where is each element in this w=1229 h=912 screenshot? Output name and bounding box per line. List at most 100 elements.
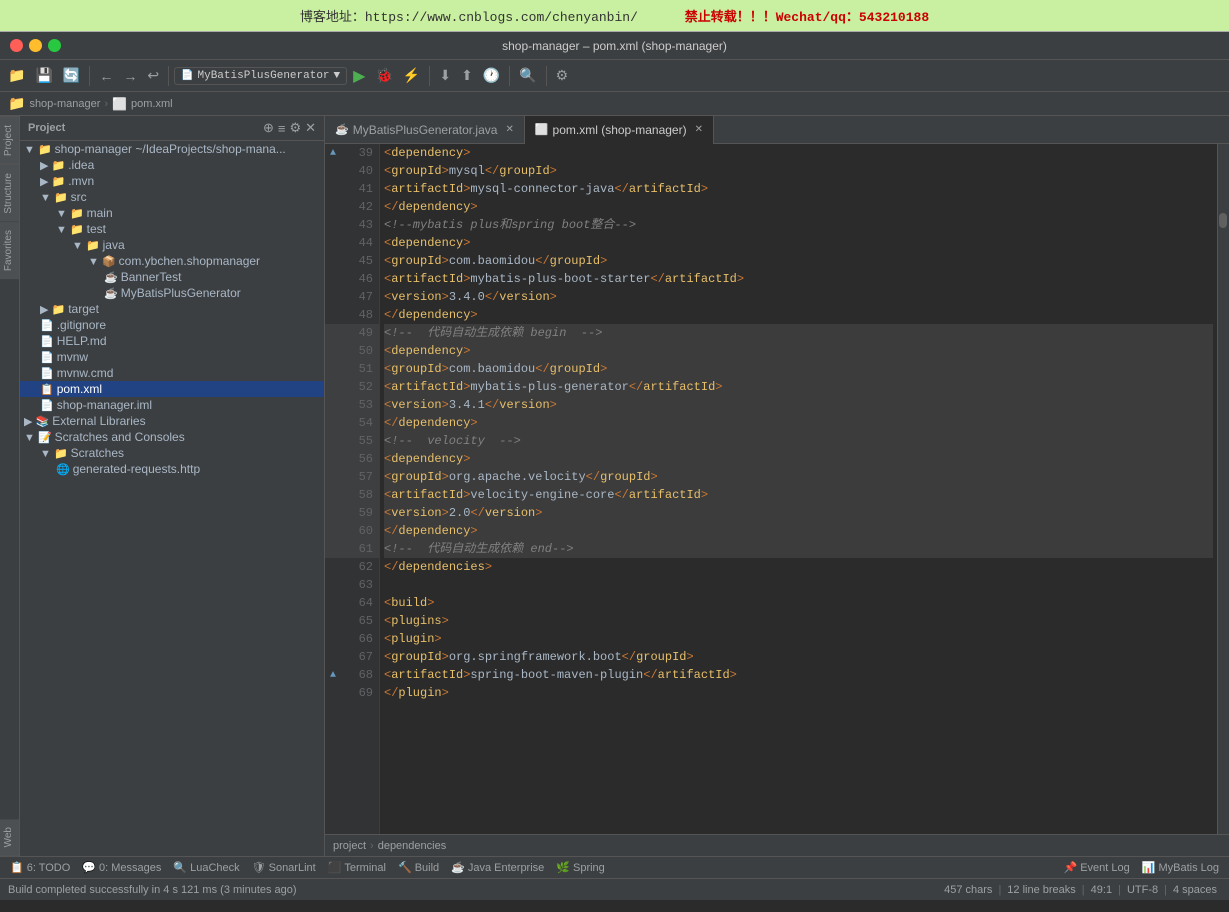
code-line-48: </dependency>: [384, 306, 1213, 324]
event-log-label: Event Log: [1080, 862, 1130, 874]
sidebar-close-btn[interactable]: ✕: [305, 120, 316, 136]
tree-item-iml[interactable]: 📄 shop-manager.iml: [20, 397, 324, 413]
tree-item-bannertest[interactable]: ☕ BannerTest: [20, 269, 324, 285]
status-encoding[interactable]: UTF-8: [1123, 884, 1162, 896]
build-panel-tab[interactable]: 🔨 Build: [392, 857, 445, 879]
code-line-58: <artifactId>velocity-engine-core</artifa…: [384, 486, 1213, 504]
code-line-46: <artifactId>mybatis-plus-boot-starter</a…: [384, 270, 1213, 288]
tree-item-gitignore[interactable]: 📄 .gitignore: [20, 317, 324, 333]
settings-btn[interactable]: ⚙: [552, 65, 573, 86]
title-bar: shop-manager – pom.xml (shop-manager): [0, 32, 1229, 60]
tree-item-mybatisgenerator[interactable]: ☕ MyBatisPlusGenerator: [20, 285, 324, 301]
bottom-panels-bar: 📋 6: TODO 💬 0: Messages 🔍 LuaCheck 🛡 Son…: [0, 856, 1229, 878]
status-chars[interactable]: 457 chars: [940, 884, 996, 896]
toolbar-save-btn[interactable]: 💾: [31, 65, 56, 86]
tab-pomxml-close[interactable]: ✕: [695, 124, 703, 135]
tab-mybatis[interactable]: ☕ MyBatisPlusGenerator.java ✕: [325, 116, 525, 144]
history-btn[interactable]: 🕐: [479, 65, 504, 86]
toolbar-forward-btn[interactable]: →: [119, 66, 141, 86]
line-num-44: 44: [341, 236, 379, 250]
project-panel-tab[interactable]: Project: [0, 116, 19, 164]
event-log-panel-tab[interactable]: 📌 Event Log: [1058, 857, 1136, 879]
maximize-button[interactable]: [48, 39, 61, 52]
tree-item-external-libs[interactable]: ▶ 📚 External Libraries: [20, 413, 324, 429]
git-btn[interactable]: ⬇: [435, 65, 455, 86]
coverage-btn[interactable]: ⚡: [399, 65, 424, 86]
sidebar-settings-btn[interactable]: ⚙: [289, 120, 301, 136]
tree-item-mvnw[interactable]: 📄 mvnw: [20, 349, 324, 365]
tab-pomxml-label: pom.xml (shop-manager): [553, 123, 687, 137]
minimize-button[interactable]: [29, 39, 42, 52]
breadcrumb-project[interactable]: shop-manager: [29, 98, 100, 110]
code-editor[interactable]: ▲ 39 40 41 42 43: [325, 144, 1229, 834]
toolbar-revert-btn[interactable]: ↩: [143, 65, 163, 86]
tree-item-idea[interactable]: ▶ 📁 .idea: [20, 157, 324, 173]
banner-warning: 禁止转载！！！Wechat/qq：543210188: [685, 10, 929, 25]
tree-item-test[interactable]: ▼ 📁 test: [20, 221, 324, 237]
tree-label: com.ybchen.shopmanager: [119, 254, 260, 268]
line-num-54: 54: [341, 416, 379, 430]
breadcrumb: 📁 shop-manager › ⬜ pom.xml: [0, 92, 1229, 116]
top-banner: 博客地址：https://www.cnblogs.com/chenyanbin/…: [0, 0, 1229, 32]
tree-item-package[interactable]: ▼ 📦 com.ybchen.shopmanager: [20, 253, 324, 269]
line-num-63: 63: [341, 578, 379, 592]
left-panel-tabs: Project Structure Favorites Web: [0, 116, 20, 856]
tree-item-scratches[interactable]: ▼ 📝 Scratches and Consoles: [20, 429, 324, 445]
java-enterprise-panel-tab[interactable]: ☕ Java Enterprise: [445, 857, 550, 879]
tree-item-target[interactable]: ▶ 📁 target: [20, 301, 324, 317]
build-icon: 🔨: [398, 861, 412, 874]
sidebar-locate-btn[interactable]: ⊕: [263, 120, 274, 136]
tree-item-mvnwcmd[interactable]: 📄 mvnw.cmd: [20, 365, 324, 381]
tree-item-pomxml[interactable]: 📋 pom.xml: [20, 381, 324, 397]
code-content[interactable]: <dependency> <groupId>mysql</groupId> <a…: [380, 144, 1217, 834]
luacheck-panel-tab[interactable]: 🔍 LuaCheck: [167, 857, 245, 879]
toolbar-folder-btn[interactable]: 📁: [4, 65, 29, 86]
breadcrumb-project-item[interactable]: project: [333, 840, 366, 852]
sidebar-collapse-btn[interactable]: ≡: [278, 120, 286, 136]
gutter-line-63: 63: [325, 576, 379, 594]
close-button[interactable]: [10, 39, 23, 52]
status-linebreaks[interactable]: 12 line breaks: [1003, 884, 1080, 896]
search-btn[interactable]: 🔍: [515, 65, 540, 86]
status-indent[interactable]: 4 spaces: [1169, 884, 1221, 896]
todo-panel-tab[interactable]: 📋 6: TODO: [4, 857, 76, 879]
tab-pomxml[interactable]: ⬜ pom.xml (shop-manager) ✕: [525, 116, 714, 144]
gutter-line-40: 40: [325, 162, 379, 180]
run-button[interactable]: ▶: [349, 64, 369, 88]
tree-label: shop-manager ~/IdeaProjects/shop-mana...: [55, 142, 286, 156]
sonarlint-panel-tab[interactable]: 🛡 SonarLint: [246, 857, 322, 879]
structure-panel-tab[interactable]: Structure: [0, 164, 19, 222]
tab-mybatis-close[interactable]: ✕: [505, 124, 513, 135]
code-line-66: <plugin>: [384, 630, 1213, 648]
tree-item-src[interactable]: ▼ 📁 src: [20, 189, 324, 205]
favorites-panel-tab[interactable]: Favorites: [0, 222, 19, 279]
gutter-line-46: 46: [325, 270, 379, 288]
terminal-panel-tab[interactable]: ⬛ Terminal: [322, 857, 392, 879]
tree-item-mvn[interactable]: ▶ 📁 .mvn: [20, 173, 324, 189]
tree-item-shop-manager[interactable]: ▼ 📁 shop-manager ~/IdeaProjects/shop-man…: [20, 141, 324, 157]
gutter-line-58: 58: [325, 486, 379, 504]
toolbar-refresh-btn[interactable]: 🔄: [59, 65, 84, 86]
tree-item-java[interactable]: ▼ 📁 java: [20, 237, 324, 253]
toolbar-back-btn[interactable]: ←: [95, 66, 117, 86]
breadcrumb-dependencies-item[interactable]: dependencies: [378, 840, 447, 852]
git-push-btn[interactable]: ⬆: [457, 65, 477, 86]
status-position[interactable]: 49:1: [1087, 884, 1116, 896]
messages-panel-tab[interactable]: 💬 0: Messages: [76, 857, 167, 879]
tree-item-scratches-folder[interactable]: ▼ 📁 Scratches: [20, 445, 324, 461]
tree-item-generated-requests[interactable]: 🌐 generated-requests.http: [20, 461, 324, 477]
file-tree: ▼ 📁 shop-manager ~/IdeaProjects/shop-man…: [20, 141, 324, 856]
line-num-51: 51: [341, 362, 379, 376]
breadcrumb-file[interactable]: pom.xml: [131, 98, 173, 110]
web-panel-tab[interactable]: Web: [0, 819, 19, 856]
window-title: shop-manager – pom.xml (shop-manager): [502, 39, 727, 53]
run-config-dropdown[interactable]: 📄 MyBatisPlusGenerator ▼: [174, 67, 347, 85]
spring-panel-tab[interactable]: 🌿 Spring: [550, 857, 611, 879]
code-line-50: <dependency>: [384, 342, 1213, 360]
tree-item-main[interactable]: ▼ 📁 main: [20, 205, 324, 221]
gutter-line-67: 67: [325, 648, 379, 666]
tree-item-help[interactable]: 📄 HELP.md: [20, 333, 324, 349]
tab-bar: ☕ MyBatisPlusGenerator.java ✕ ⬜ pom.xml …: [325, 116, 1229, 144]
debug-button[interactable]: 🐞: [371, 65, 396, 86]
mybatis-log-panel-tab[interactable]: 📊 MyBatis Log: [1136, 857, 1225, 879]
